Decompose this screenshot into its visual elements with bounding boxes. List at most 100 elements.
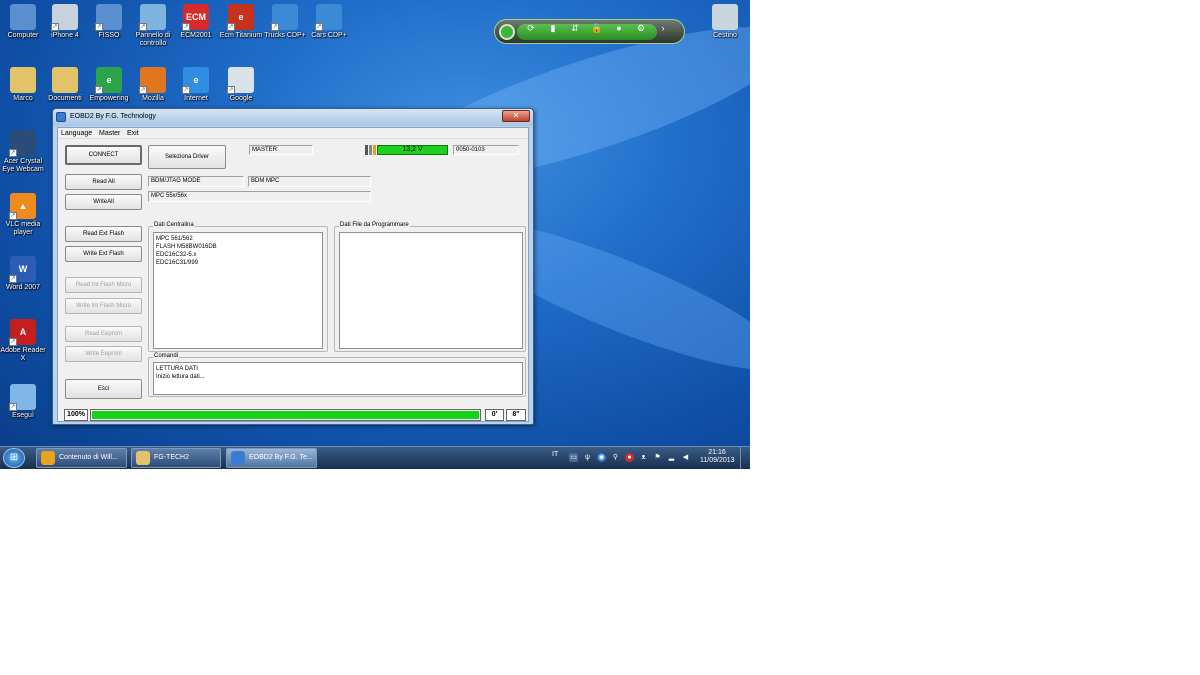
language-indicator[interactable]: IT bbox=[552, 451, 558, 458]
desktop-icon[interactable]: ECM ↗ ECM2001 bbox=[173, 4, 219, 40]
list-item[interactable]: EDC16C31/999 bbox=[156, 259, 320, 267]
voltage-seg bbox=[365, 145, 368, 155]
progress-bar bbox=[90, 409, 481, 421]
tray-network-icon[interactable]: ⚲ bbox=[611, 453, 620, 462]
shortcut-arrow-icon: ↗ bbox=[95, 86, 103, 94]
comandi-group: Comandi LETTURA DATI Inizio lettura dati.… bbox=[148, 353, 526, 397]
write-ext-flash-button[interactable]: Write Ext Flash bbox=[65, 246, 142, 262]
tray-wifi-icon[interactable]: ψ bbox=[583, 453, 592, 462]
read-all-button[interactable]: Read All bbox=[65, 174, 142, 190]
eobd2-window[interactable]: EOBD2 By F.G. Technology ✕ Language Mast… bbox=[52, 108, 534, 425]
list-item[interactable]: FLASH M58BW016DB bbox=[156, 243, 320, 251]
desktop-icon[interactable]: Cestino bbox=[702, 4, 748, 40]
title-bar[interactable]: EOBD2 By F.G. Technology ✕ bbox=[53, 109, 533, 126]
desktop-icon[interactable]: ↗ Eseguì bbox=[0, 384, 46, 420]
tray-display-icon[interactable]: ▭ bbox=[569, 453, 578, 462]
read-eeprom-button[interactable]: Read Eeprom bbox=[65, 326, 142, 342]
icon-glyph bbox=[712, 4, 738, 30]
desktop-icon[interactable]: A ↗ Adobe Reader X bbox=[0, 319, 46, 363]
list-item[interactable]: LETTURA DATI bbox=[156, 365, 520, 373]
write-all-button[interactable]: WriteAll bbox=[65, 194, 142, 210]
write-int-flash-button[interactable]: Write Int Flash Micro bbox=[65, 298, 142, 314]
write-eeprom-button[interactable]: Write Eeprom bbox=[65, 346, 142, 362]
car-icon: ↗ bbox=[315, 4, 342, 31]
battery-icon[interactable]: ▮ bbox=[547, 22, 559, 34]
dati-centralina-list[interactable]: MPC 561/562 FLASH M58BW016DB EDC16C32-5.x E… bbox=[153, 232, 323, 349]
read-int-flash-button[interactable]: Read Int Flash Micro bbox=[65, 277, 142, 293]
menu-language[interactable]: Language bbox=[61, 130, 92, 137]
google-icon: ↗ bbox=[227, 67, 254, 94]
tray-security-icon[interactable]: ● bbox=[625, 453, 634, 462]
adobe-reader-icon: A ↗ bbox=[9, 319, 36, 346]
desktop-icon[interactable]: Marco bbox=[0, 67, 46, 103]
start-button[interactable]: ⊞ bbox=[3, 448, 25, 468]
chrome-icon bbox=[41, 451, 55, 465]
shortcut-arrow-icon: ↗ bbox=[227, 86, 235, 94]
desktop-icon-label: Cestino bbox=[713, 32, 737, 39]
gadget-power-icon[interactable] bbox=[499, 24, 515, 40]
desktop-icon[interactable]: ↗ Google bbox=[218, 67, 264, 103]
menu-exit[interactable]: Exit bbox=[127, 130, 139, 137]
desktop-icon[interactable]: e ↗ Empowering bbox=[86, 67, 132, 103]
desktop-icon[interactable]: ▲ ↗ VLC media player bbox=[0, 193, 46, 237]
desktop-icon[interactable]: ↗ Pannello di controllo bbox=[130, 4, 176, 48]
run-icon: ↗ bbox=[9, 384, 36, 411]
settings-icon[interactable]: ⚙ bbox=[635, 22, 647, 34]
desktop-icon-label: Documenti bbox=[48, 95, 82, 102]
minutes-label: 0' bbox=[485, 409, 504, 421]
seleziona-driver-button[interactable]: Seleziona Driver bbox=[148, 145, 226, 169]
tray-flag-icon[interactable]: ⚑ bbox=[653, 453, 662, 462]
desktop-icon[interactable]: e ↗ Internet bbox=[173, 67, 219, 103]
desktop-icon-label: Mozilla bbox=[142, 95, 164, 102]
tray-update-icon[interactable]: ◉ bbox=[597, 453, 606, 462]
desktop-icon-label: ECM2001 bbox=[180, 32, 212, 39]
truck-icon: ↗ bbox=[271, 4, 298, 31]
desktop-icon[interactable]: ↗ Trucks CDP+ bbox=[262, 4, 308, 40]
tray-volume-icon[interactable]: ◀ bbox=[681, 453, 690, 462]
gadget-bar[interactable]: ⟳ ▮ ⇵ 🔒 ● ⚙ › bbox=[494, 19, 685, 44]
lock-icon[interactable]: 🔒 bbox=[591, 22, 603, 34]
desktop-icon[interactable]: W ↗ Word 2007 bbox=[0, 256, 46, 292]
taskbar-button[interactable]: EOBD2 By F.G. Te... bbox=[226, 448, 317, 468]
desktop-icon-label: Pannello di controllo bbox=[135, 32, 171, 47]
desktop-icon[interactable]: e ↗ Ecm Titanium bbox=[218, 4, 264, 40]
read-ext-flash-button[interactable]: Read Ext Flash bbox=[65, 226, 142, 242]
control-panel-icon: ↗ bbox=[139, 4, 166, 31]
menu-master[interactable]: Master bbox=[99, 130, 120, 137]
list-item[interactable]: MPC 561/562 bbox=[156, 235, 320, 243]
comandi-label: Comandi bbox=[153, 353, 180, 359]
desktop-icon-label: Adobe Reader X bbox=[0, 347, 46, 362]
taskbar-button[interactable]: Contenuto di Will... bbox=[36, 448, 127, 468]
signal-icon[interactable]: ⇵ bbox=[569, 22, 581, 34]
chat-icon[interactable]: ● bbox=[613, 22, 625, 34]
desktop-icon[interactable]: Computer bbox=[0, 4, 46, 40]
taskbar-button[interactable]: FG-TECH2 bbox=[131, 448, 221, 468]
refresh-icon[interactable]: ⟳ bbox=[525, 22, 537, 34]
comandi-list[interactable]: LETTURA DATI Inizio lettura dati... bbox=[153, 362, 523, 395]
esci-button[interactable]: Esci bbox=[65, 379, 142, 399]
desktop-icon-label: Empowering bbox=[89, 95, 129, 102]
arrow-icon[interactable]: › bbox=[657, 22, 669, 34]
desktop-icon-label: Trucks CDP+ bbox=[264, 32, 306, 39]
icon-glyph bbox=[10, 67, 36, 93]
show-desktop-button[interactable] bbox=[740, 447, 750, 469]
desktop-icon[interactable]: Documenti bbox=[42, 67, 88, 103]
desktop-icon[interactable]: ↗ Mozilla bbox=[130, 67, 176, 103]
shortcut-arrow-icon: ↗ bbox=[182, 86, 190, 94]
list-item[interactable]: Inizio lettura dati... bbox=[156, 373, 520, 381]
desktop-icon-label: FISSO bbox=[98, 32, 120, 39]
tray-signal-icon[interactable]: ▂ bbox=[667, 453, 676, 462]
dati-file-list[interactable] bbox=[339, 232, 523, 349]
tray-antivirus-icon[interactable]: ᴥ bbox=[639, 453, 648, 462]
webcam-icon: ↗ bbox=[9, 130, 36, 157]
taskbar-button-label: EOBD2 By F.G. Te... bbox=[249, 454, 313, 461]
desktop-icon[interactable]: ↗ iPhone 4 bbox=[42, 4, 88, 40]
connect-button[interactable]: CONNECT bbox=[65, 145, 142, 165]
desktop-icon[interactable]: ↗ FISSO bbox=[86, 4, 132, 40]
list-item[interactable]: EDC16C32-5.x bbox=[156, 251, 320, 259]
clock-time: 21:16 bbox=[708, 449, 726, 456]
desktop-icon[interactable]: ↗ Cars CDP+ bbox=[306, 4, 352, 40]
clock[interactable]: 21:16 11/09/2013 bbox=[700, 449, 735, 465]
desktop-icon[interactable]: ↗ Acer Crystal Eye Webcam bbox=[0, 130, 46, 174]
close-button[interactable]: ✕ bbox=[502, 110, 530, 122]
